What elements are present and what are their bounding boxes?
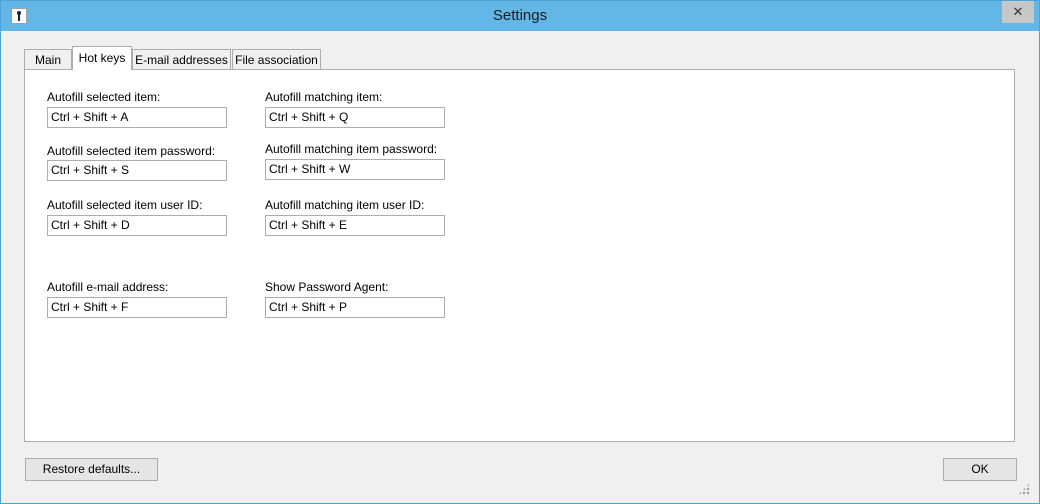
autofill-selected-item-field[interactable]: Ctrl + Shift + A [47,107,227,128]
autofill-matching-userid-field[interactable]: Ctrl + Shift + E [265,215,445,236]
autofill-selected-password-label: Autofill selected item password: [47,144,216,158]
title-bar[interactable]: Settings ✕ [1,1,1039,31]
tab-hot-keys[interactable]: Hot keys [72,46,132,70]
close-button[interactable]: ✕ [1002,1,1034,23]
ok-button[interactable]: OK [943,458,1017,481]
autofill-matching-item-label: Autofill matching item: [265,90,383,104]
autofill-matching-password-field[interactable]: Ctrl + Shift + W [265,159,445,180]
show-password-agent-label: Show Password Agent: [265,280,389,294]
autofill-email-label: Autofill e-mail address: [47,280,169,294]
autofill-matching-item-field[interactable]: Ctrl + Shift + Q [265,107,445,128]
dialog-body: Main Hot keys E-mail addresses File asso… [8,31,1032,497]
resize-grip[interactable] [1018,483,1030,495]
tab-email-addresses[interactable]: E-mail addresses [132,49,231,69]
autofill-selected-userid-label: Autofill selected item user ID: [47,198,203,212]
show-password-agent-field[interactable]: Ctrl + Shift + P [265,297,445,318]
autofill-selected-item-label: Autofill selected item: [47,90,161,104]
tab-file-association[interactable]: File association [232,49,321,69]
autofill-matching-userid-label: Autofill matching item user ID: [265,198,425,212]
tab-main[interactable]: Main [24,49,72,69]
autofill-email-field[interactable]: Ctrl + Shift + F [47,297,227,318]
restore-defaults-button[interactable]: Restore defaults... [25,458,158,481]
hot-keys-panel: Autofill selected item: Ctrl + Shift + A… [24,69,1015,442]
window-title: Settings [492,7,548,24]
settings-window: Settings ✕ Main Hot keys E-mail addresse… [0,0,1040,504]
autofill-selected-userid-field[interactable]: Ctrl + Shift + D [47,215,227,236]
autofill-selected-password-field[interactable]: Ctrl + Shift + S [47,160,227,181]
autofill-matching-password-label: Autofill matching item password: [265,142,438,156]
